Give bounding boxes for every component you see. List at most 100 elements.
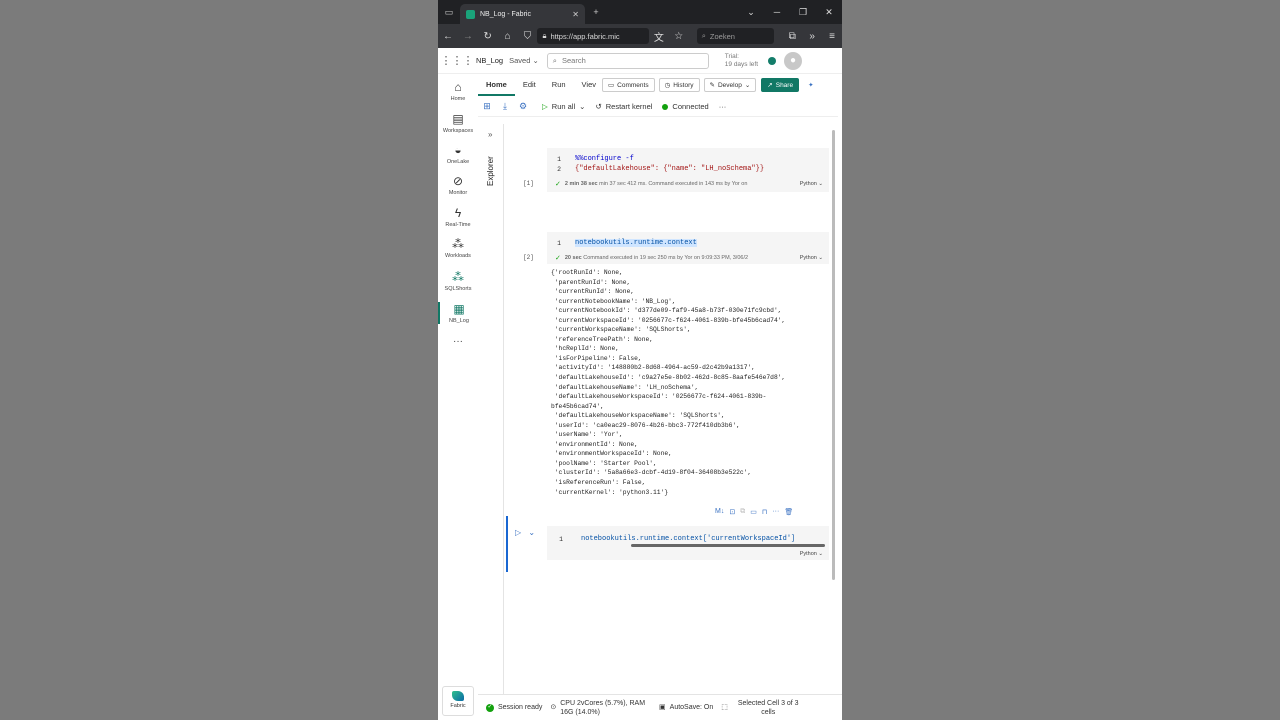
output-line: 'referenceTreePath': None, xyxy=(551,335,654,343)
rail-item-monitor[interactable]: ⊘ Monitor xyxy=(438,174,478,196)
run-cell-button[interactable]: ▷ ⌄ xyxy=(515,528,535,537)
avatar[interactable]: ● xyxy=(784,51,803,70)
connection-status[interactable]: Connected xyxy=(662,102,709,111)
pencil-icon: ✎ xyxy=(709,82,715,89)
download-icon[interactable]: ⤓ xyxy=(496,101,514,112)
onelake-icon: ◒ xyxy=(454,143,462,157)
menu-icon[interactable]: ≡ xyxy=(822,31,842,42)
tab-home[interactable]: Home xyxy=(478,74,515,96)
rail-more-icon[interactable]: ··· xyxy=(438,336,478,347)
output-line: 'currentWorkspaceId': '0256677c-f624-406… xyxy=(551,316,786,324)
language-select[interactable]: Python ⌄ xyxy=(800,255,829,261)
expand-chevron-icon[interactable]: » xyxy=(488,130,492,139)
restart-kernel-button[interactable]: ↺ Restart kernel xyxy=(595,102,652,111)
cpu-line2: 16G (14.0%) xyxy=(560,708,600,716)
execution-status: ✓ 20 sec Command executed in 19 sec 250 … xyxy=(547,252,829,264)
monitor-icon: ⊘ xyxy=(452,174,464,188)
new-tab-icon[interactable]: + xyxy=(585,7,607,17)
translate-icon[interactable]: 文 xyxy=(649,29,669,44)
tab-view[interactable]: Viev xyxy=(574,74,598,96)
notebook-canvas: 1 %%configure -f 2 {"defaultLakehouse": {"… xyxy=(505,124,837,694)
output-line: 'parentRunId': None, xyxy=(551,278,631,286)
rail-item-workloads[interactable]: ⁂ Workloads xyxy=(438,237,478,259)
delete-icon[interactable]: 🗑︎ xyxy=(784,508,793,516)
tab-edit[interactable]: Edit xyxy=(515,74,544,96)
rail-item-nb-log[interactable]: ▦ NB_Log xyxy=(438,302,478,324)
vertical-scrollbar[interactable] xyxy=(832,130,835,580)
history-button[interactable]: ◷ History xyxy=(658,78,700,92)
fabric-label: Fabric xyxy=(450,703,466,709)
lightning-icon: ϟ xyxy=(454,206,462,220)
copilot-icon[interactable]: ✦ xyxy=(803,78,818,92)
comment-icon[interactable]: ▭ xyxy=(750,508,757,516)
run-all-button[interactable]: ▷ Run all ⌄ xyxy=(542,102,585,111)
home-icon[interactable]: ⌂ xyxy=(498,31,518,42)
shield-icon[interactable]: ⛉ xyxy=(518,31,538,42)
bookmark-star-icon[interactable]: ☆ xyxy=(669,31,689,42)
fabric-switcher[interactable]: Fabric xyxy=(442,686,474,716)
active-cell-indicator xyxy=(506,516,508,572)
develop-button[interactable]: ✎ Develop ⌄ xyxy=(703,78,757,92)
comment-icon: ▭ xyxy=(608,82,615,89)
left-rail: ⌂ Home ▤ Workspaces ◒ OneLake ⊘ Monitor ϟ Rea… xyxy=(438,74,478,720)
app-search-input[interactable]: ⌕ Search xyxy=(546,52,709,69)
resource-usage[interactable]: ⊙ CPU 2vCores (5.7%), RAM 16G (14.0%) xyxy=(550,699,645,717)
rail-item-realtime[interactable]: ϟ Real-Time xyxy=(438,206,478,228)
output-line: 'hcReplId': None, xyxy=(551,345,620,353)
saved-status[interactable]: Saved ⌄ xyxy=(509,56,539,65)
lock-icon[interactable]: ⊓ xyxy=(762,508,767,516)
reload-icon[interactable]: ↻ xyxy=(478,31,498,42)
workspace-icon: ⁂ xyxy=(452,270,464,284)
code-cell-1[interactable]: 1 %%configure -f 2 {"defaultLakehouse": {"… xyxy=(547,148,829,192)
selected-cell-status[interactable]: ⬚ Selected Cell 3 of 3 cells xyxy=(721,699,798,717)
overflow-chevrons-icon[interactable]: » xyxy=(802,31,822,42)
app-launcher-icon[interactable]: ⋮⋮⋮ xyxy=(438,54,476,67)
status-bar: ✓ Session ready ⊙ CPU 2vCores (5.7%), RAM 1… xyxy=(478,694,842,720)
restore-icon[interactable]: ❐ xyxy=(790,7,816,18)
settings-icon[interactable]: ⚙ xyxy=(514,101,532,112)
session-status[interactable]: ✓ Session ready xyxy=(486,703,542,712)
forward-icon[interactable]: → xyxy=(458,31,478,42)
rail-item-onelake[interactable]: ◒ OneLake xyxy=(438,143,478,165)
minimize-icon[interactable]: ─ xyxy=(764,7,790,17)
url-bar[interactable]: 🔒︎ https://app.fabric.mic xyxy=(537,28,649,44)
back-icon[interactable]: ← xyxy=(438,31,458,42)
tab-list-icon[interactable]: ⌄ xyxy=(738,7,764,18)
extensions-icon[interactable]: ⧉ xyxy=(782,31,802,42)
rail-item-workspaces[interactable]: ▤ Workspaces xyxy=(438,112,478,134)
search-icon: ⌕ xyxy=(701,31,706,40)
bookmark-icon[interactable]: ⊡ xyxy=(729,508,735,516)
explorer-panel[interactable]: » Explorer xyxy=(482,124,504,694)
toolbar-more-button[interactable]: ··· xyxy=(719,102,727,111)
copy-icon[interactable]: ⧉ xyxy=(740,508,745,516)
rail-item-sqlshorts[interactable]: ⁂ SQLShorts xyxy=(438,270,478,292)
share-button[interactable]: ↗ Share xyxy=(761,78,800,92)
autosave-status[interactable]: ▣ AutoSave: On xyxy=(659,703,713,712)
more-icon[interactable]: ··· xyxy=(772,508,779,516)
code-cell-icon[interactable]: ⊞ xyxy=(478,101,496,112)
line-number: 1 xyxy=(557,155,561,163)
line-number: 1 xyxy=(557,239,561,247)
rail-item-home[interactable]: ⌂ Home xyxy=(438,80,478,102)
code-cell-2[interactable]: 1 notebookutils.runtime.context ✓ 20 sec … xyxy=(547,232,829,264)
close-tab-icon[interactable]: ✕ xyxy=(572,10,579,19)
collapse-chevron-icon[interactable]: ⌄ xyxy=(528,528,535,537)
chevron-down-icon: ⌄ xyxy=(579,102,586,111)
code-line: 2 {"defaultLakehouse": {"name": "LH_noSch… xyxy=(547,164,829,174)
code-cell-3[interactable]: 1 notebookutils.runtime.context['currentW… xyxy=(547,526,829,560)
tab-run[interactable]: Run xyxy=(544,74,574,96)
browser-search-input[interactable]: ⌕ Zoeken xyxy=(696,28,775,44)
language-select[interactable]: Python ⌄ xyxy=(800,551,829,557)
tab-actions-icon[interactable]: ▭ xyxy=(438,7,460,18)
app-window: ▭ NB_Log - Fabric ✕ + ⌄ ─ ❐ ✕ ← → ↻ ⌂ ⛉ … xyxy=(438,0,842,720)
horizontal-scrollbar[interactable] xyxy=(631,544,825,547)
markdown-icon[interactable]: M↓ xyxy=(715,508,724,516)
close-window-icon[interactable]: ✕ xyxy=(816,7,842,18)
selected-text: Selected Cell 3 of 3 cells xyxy=(738,699,799,717)
language-select[interactable]: Python ⌄ xyxy=(800,181,829,187)
notification-dot[interactable] xyxy=(768,56,777,65)
notebook-name[interactable]: NB_Log xyxy=(476,56,503,65)
comments-button[interactable]: ▭ Comments xyxy=(602,78,655,92)
browser-tab[interactable]: NB_Log - Fabric ✕ xyxy=(460,4,585,24)
cpu-line1: CPU 2vCores (5.7%), RAM xyxy=(560,699,646,707)
